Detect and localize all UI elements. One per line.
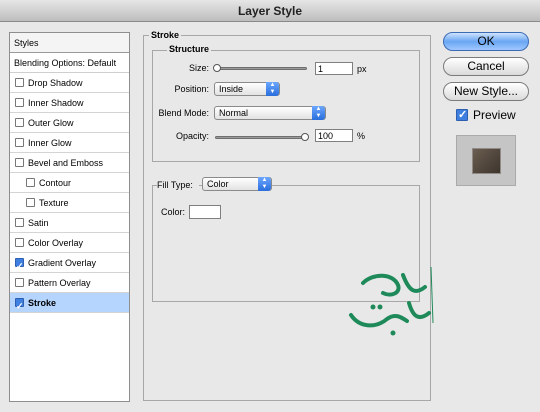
style-item-label: Stroke bbox=[28, 297, 57, 308]
position-value: Inside bbox=[219, 84, 244, 94]
style-item-inner-glow[interactable]: Inner Glow bbox=[10, 133, 129, 153]
opacity-slider[interactable] bbox=[215, 136, 307, 139]
styles-list: Styles Blending Options: Default Drop Sh… bbox=[9, 32, 130, 402]
size-label: Size: bbox=[188, 63, 209, 73]
style-item-texture[interactable]: Texture bbox=[10, 193, 129, 213]
style-item-outer-glow[interactable]: Outer Glow bbox=[10, 113, 129, 133]
style-item-pattern-overlay[interactable]: Pattern Overlay bbox=[10, 273, 129, 293]
style-item-drop-shadow[interactable]: Drop Shadow bbox=[10, 73, 129, 93]
structure-title: Structure bbox=[167, 44, 212, 54]
chevron-updown-icon: ▲ ▼ bbox=[312, 106, 325, 120]
style-checkbox[interactable] bbox=[15, 118, 24, 127]
style-items: Drop Shadow Inner Shadow Outer Glow Inner G… bbox=[10, 73, 129, 316]
window-title: Layer Style bbox=[0, 0, 540, 22]
opacity-label: Opacity: bbox=[175, 131, 209, 141]
style-item-label: Texture bbox=[39, 197, 69, 208]
style-item-contour[interactable]: Contour bbox=[10, 173, 129, 193]
style-checkbox[interactable] bbox=[15, 158, 24, 167]
style-item-stroke[interactable]: Stroke bbox=[10, 293, 129, 316]
position-label: Position: bbox=[174, 84, 209, 94]
style-item-label: Drop Shadow bbox=[28, 77, 83, 88]
size-slider[interactable] bbox=[215, 67, 307, 70]
style-checkbox[interactable] bbox=[15, 256, 24, 276]
blending-options-item[interactable]: Blending Options: Default bbox=[10, 53, 129, 73]
style-checkbox[interactable] bbox=[26, 198, 35, 207]
style-checkbox[interactable] bbox=[15, 296, 24, 316]
style-item-label: Outer Glow bbox=[28, 117, 74, 128]
cancel-button[interactable]: Cancel bbox=[443, 57, 529, 76]
style-item-label: Contour bbox=[39, 177, 72, 188]
position-select[interactable]: Inside ▲ ▼ bbox=[214, 82, 280, 96]
style-item-label: Gradient Overlay bbox=[28, 257, 97, 268]
fill-type-select[interactable]: Color ▲ ▼ bbox=[202, 177, 272, 191]
styles-header[interactable]: Styles bbox=[10, 33, 129, 53]
style-checkbox[interactable] bbox=[15, 138, 24, 147]
style-item-color-overlay[interactable]: Color Overlay bbox=[10, 233, 129, 253]
blend-mode-value: Normal bbox=[219, 108, 249, 118]
style-item-bevel-and-emboss[interactable]: Bevel and Emboss bbox=[10, 153, 129, 173]
stroke-panel: Stroke Structure Size: 1 px Position: In… bbox=[143, 30, 431, 404]
opacity-unit: % bbox=[357, 131, 366, 141]
fill-type-value: Color bbox=[207, 179, 229, 189]
style-checkbox[interactable] bbox=[15, 218, 24, 227]
preview-label: Preview bbox=[473, 108, 516, 122]
style-item-label: Color Overlay bbox=[28, 237, 84, 248]
size-unit: px bbox=[357, 64, 367, 74]
style-checkbox[interactable] bbox=[15, 238, 24, 247]
style-checkbox[interactable] bbox=[15, 78, 24, 87]
style-item-label: Pattern Overlay bbox=[28, 277, 91, 288]
style-item-label: Inner Glow bbox=[28, 137, 72, 148]
style-item-label: Bevel and Emboss bbox=[28, 157, 104, 168]
style-checkbox[interactable] bbox=[26, 178, 35, 187]
layer-style-dialog: Styles Blending Options: Default Drop Sh… bbox=[0, 22, 540, 412]
ok-button[interactable]: OK bbox=[443, 32, 529, 51]
chevron-updown-icon: ▲ ▼ bbox=[258, 177, 271, 191]
preview-checkbox[interactable] bbox=[456, 108, 468, 121]
fill-type-label: Fill Type: bbox=[157, 180, 199, 190]
size-slider-knob[interactable] bbox=[213, 64, 221, 72]
new-style-button[interactable]: New Style... bbox=[443, 82, 529, 101]
style-item-satin[interactable]: Satin bbox=[10, 213, 129, 233]
watermark-logo bbox=[349, 266, 434, 336]
opacity-input[interactable]: 100 bbox=[315, 129, 353, 142]
style-checkbox[interactable] bbox=[15, 98, 24, 107]
blend-mode-label: Blend Mode: bbox=[158, 108, 209, 118]
preview-toggle[interactable]: Preview bbox=[456, 108, 516, 122]
color-label: Color: bbox=[161, 207, 186, 217]
style-item-label: Satin bbox=[28, 217, 49, 228]
blend-mode-select[interactable]: Normal ▲ ▼ bbox=[214, 106, 326, 120]
stroke-title: Stroke bbox=[149, 30, 182, 40]
style-preview bbox=[456, 135, 516, 186]
style-item-inner-shadow[interactable]: Inner Shadow bbox=[10, 93, 129, 113]
opacity-slider-knob[interactable] bbox=[301, 133, 309, 141]
color-swatch[interactable] bbox=[189, 205, 221, 219]
chevron-updown-icon: ▲ ▼ bbox=[266, 82, 279, 96]
style-item-gradient-overlay[interactable]: Gradient Overlay bbox=[10, 253, 129, 276]
style-item-label: Inner Shadow bbox=[28, 97, 84, 108]
preview-thumbnail bbox=[472, 148, 501, 174]
style-checkbox[interactable] bbox=[15, 278, 24, 287]
size-input[interactable]: 1 bbox=[315, 62, 353, 75]
